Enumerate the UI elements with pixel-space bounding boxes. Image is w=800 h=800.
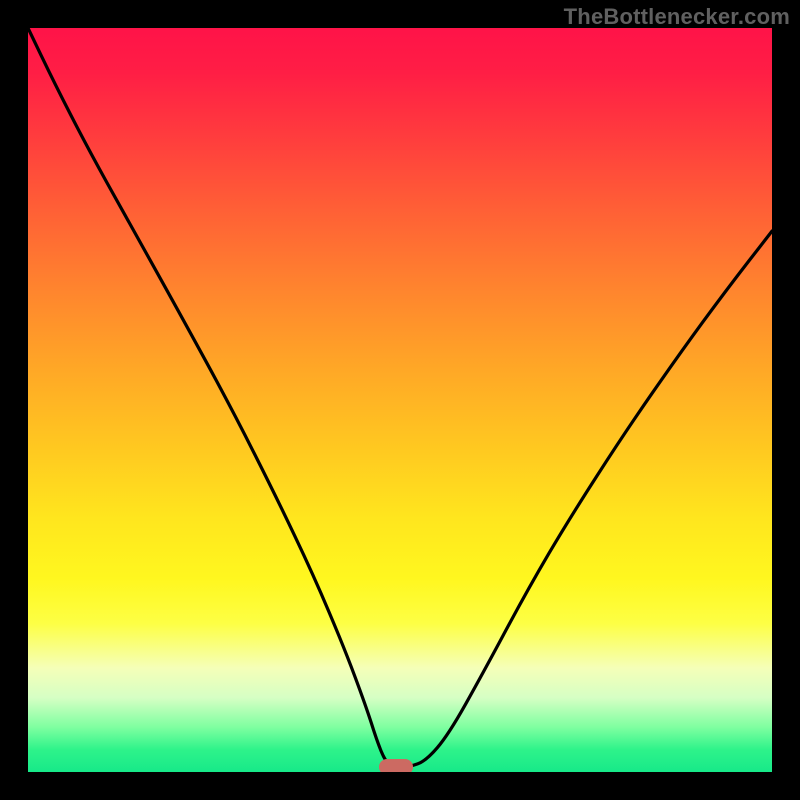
curve-path <box>28 28 772 767</box>
bottleneck-curve <box>28 28 772 772</box>
chart-frame: TheBottlenecker.com <box>0 0 800 800</box>
attribution-text: TheBottlenecker.com <box>564 4 790 30</box>
plot-area <box>28 28 772 772</box>
optimal-marker <box>379 759 413 772</box>
